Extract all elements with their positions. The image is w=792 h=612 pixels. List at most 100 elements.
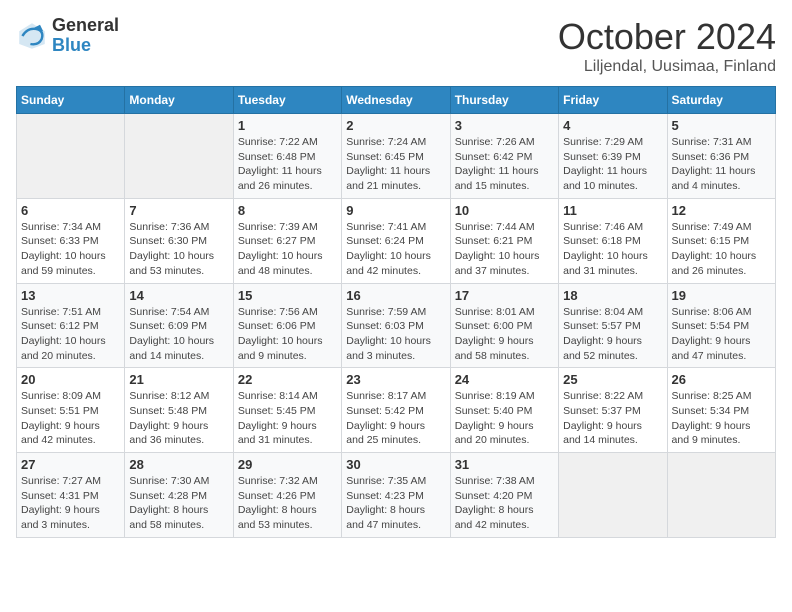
weekday-header-cell: Wednesday <box>342 87 450 114</box>
day-number: 9 <box>346 203 445 218</box>
calendar-week-row: 20 Sunrise: 8:09 AM Sunset: 5:51 PM Dayli… <box>17 368 776 453</box>
calendar-day-cell: 22 Sunrise: 8:14 AM Sunset: 5:45 PM Dayli… <box>233 368 341 453</box>
day-number: 28 <box>129 457 228 472</box>
calendar-day-cell: 25Sunrise: 8:22 AM Sunset: 5:37 PM Dayli… <box>559 368 667 453</box>
calendar-day-cell: 11Sunrise: 7:46 AM Sunset: 6:18 PM Dayli… <box>559 198 667 283</box>
day-number: 30 <box>346 457 445 472</box>
day-info: Sunrise: 7:26 AM Sunset: 6:42 PM Dayligh… <box>455 135 554 194</box>
weekday-header-cell: Saturday <box>667 87 775 114</box>
day-info: Sunrise: 8:01 AM Sunset: 6:00 PM Dayligh… <box>455 305 554 364</box>
day-number: 20 <box>21 372 120 387</box>
day-info: Sunrise: 7:32 AM Sunset: 4:26 PM Dayligh… <box>238 474 337 533</box>
day-number: 31 <box>455 457 554 472</box>
calendar-day-cell: 24 Sunrise: 8:19 AM Sunset: 5:40 PM Dayli… <box>450 368 558 453</box>
day-info: Sunrise: 7:29 AM Sunset: 6:39 PM Dayligh… <box>563 135 662 194</box>
calendar-body: 1 Sunrise: 7:22 AM Sunset: 6:48 PM Daylig… <box>17 114 776 538</box>
calendar-day-cell <box>667 453 775 538</box>
page-title: October 2024 <box>558 16 776 58</box>
calendar-day-cell: 28 Sunrise: 7:30 AM Sunset: 4:28 PM Dayli… <box>125 453 233 538</box>
calendar-day-cell: 21 Sunrise: 8:12 AM Sunset: 5:48 PM Dayli… <box>125 368 233 453</box>
day-number: 12 <box>672 203 771 218</box>
logo-icon <box>16 20 48 52</box>
day-info: Sunrise: 8:17 AM Sunset: 5:42 PM Dayligh… <box>346 389 445 448</box>
day-number: 5 <box>672 118 771 133</box>
calendar-day-cell: 2 Sunrise: 7:24 AM Sunset: 6:45 PM Daylig… <box>342 114 450 199</box>
day-info: Sunrise: 7:30 AM Sunset: 4:28 PM Dayligh… <box>129 474 228 533</box>
calendar-week-row: 13Sunrise: 7:51 AM Sunset: 6:12 PM Dayli… <box>17 283 776 368</box>
calendar-day-cell: 1 Sunrise: 7:22 AM Sunset: 6:48 PM Daylig… <box>233 114 341 199</box>
day-info: Sunrise: 7:39 AM Sunset: 6:27 PM Dayligh… <box>238 220 337 279</box>
day-info: Sunrise: 8:04 AM Sunset: 5:57 PM Dayligh… <box>563 305 662 364</box>
calendar-day-cell: 4Sunrise: 7:29 AM Sunset: 6:39 PM Daylig… <box>559 114 667 199</box>
day-number: 2 <box>346 118 445 133</box>
day-info: Sunrise: 8:06 AM Sunset: 5:54 PM Dayligh… <box>672 305 771 364</box>
day-number: 22 <box>238 372 337 387</box>
day-info: Sunrise: 8:12 AM Sunset: 5:48 PM Dayligh… <box>129 389 228 448</box>
calendar-day-cell: 19 Sunrise: 8:06 AM Sunset: 5:54 PM Dayli… <box>667 283 775 368</box>
weekday-header-row: SundayMondayTuesdayWednesdayThursdayFrid… <box>17 87 776 114</box>
calendar-day-cell <box>17 114 125 199</box>
day-number: 6 <box>21 203 120 218</box>
calendar-day-cell <box>559 453 667 538</box>
weekday-header-cell: Thursday <box>450 87 558 114</box>
day-number: 18 <box>563 288 662 303</box>
day-number: 3 <box>455 118 554 133</box>
page-subtitle: Liljendal, Uusimaa, Finland <box>558 58 776 76</box>
logo: General Blue <box>16 16 119 56</box>
day-info: Sunrise: 7:59 AM Sunset: 6:03 PM Dayligh… <box>346 305 445 364</box>
page-header: General Blue October 2024 Liljendal, Uus… <box>16 16 776 76</box>
calendar-day-cell: 18 Sunrise: 8:04 AM Sunset: 5:57 PM Dayli… <box>559 283 667 368</box>
day-info: Sunrise: 7:36 AM Sunset: 6:30 PM Dayligh… <box>129 220 228 279</box>
logo-text: General Blue <box>52 16 119 56</box>
day-number: 19 <box>672 288 771 303</box>
day-info: Sunrise: 8:19 AM Sunset: 5:40 PM Dayligh… <box>455 389 554 448</box>
calendar-week-row: 27 Sunrise: 7:27 AM Sunset: 4:31 PM Dayli… <box>17 453 776 538</box>
day-info: Sunrise: 8:09 AM Sunset: 5:51 PM Dayligh… <box>21 389 120 448</box>
day-number: 29 <box>238 457 337 472</box>
calendar-day-cell: 6 Sunrise: 7:34 AM Sunset: 6:33 PM Daylig… <box>17 198 125 283</box>
calendar-day-cell: 8 Sunrise: 7:39 AM Sunset: 6:27 PM Daylig… <box>233 198 341 283</box>
calendar-table: SundayMondayTuesdayWednesdayThursdayFrid… <box>16 86 776 538</box>
day-number: 27 <box>21 457 120 472</box>
title-block: October 2024 Liljendal, Uusimaa, Finland <box>558 16 776 76</box>
day-number: 14 <box>129 288 228 303</box>
day-info: Sunrise: 8:14 AM Sunset: 5:45 PM Dayligh… <box>238 389 337 448</box>
day-number: 23 <box>346 372 445 387</box>
calendar-day-cell: 14 Sunrise: 7:54 AM Sunset: 6:09 PM Dayli… <box>125 283 233 368</box>
calendar-day-cell: 29 Sunrise: 7:32 AM Sunset: 4:26 PM Dayli… <box>233 453 341 538</box>
day-info: Sunrise: 7:56 AM Sunset: 6:06 PM Dayligh… <box>238 305 337 364</box>
calendar-day-cell: 15Sunrise: 7:56 AM Sunset: 6:06 PM Dayli… <box>233 283 341 368</box>
calendar-day-cell: 20 Sunrise: 8:09 AM Sunset: 5:51 PM Dayli… <box>17 368 125 453</box>
calendar-week-row: 1 Sunrise: 7:22 AM Sunset: 6:48 PM Daylig… <box>17 114 776 199</box>
day-number: 8 <box>238 203 337 218</box>
day-info: Sunrise: 7:54 AM Sunset: 6:09 PM Dayligh… <box>129 305 228 364</box>
day-info: Sunrise: 7:38 AM Sunset: 4:20 PM Dayligh… <box>455 474 554 533</box>
day-info: Sunrise: 8:22 AM Sunset: 5:37 PM Dayligh… <box>563 389 662 448</box>
weekday-header-cell: Tuesday <box>233 87 341 114</box>
day-number: 24 <box>455 372 554 387</box>
calendar-day-cell: 23 Sunrise: 8:17 AM Sunset: 5:42 PM Dayli… <box>342 368 450 453</box>
day-info: Sunrise: 7:34 AM Sunset: 6:33 PM Dayligh… <box>21 220 120 279</box>
day-number: 7 <box>129 203 228 218</box>
day-number: 16 <box>346 288 445 303</box>
day-info: Sunrise: 7:49 AM Sunset: 6:15 PM Dayligh… <box>672 220 771 279</box>
day-info: Sunrise: 7:44 AM Sunset: 6:21 PM Dayligh… <box>455 220 554 279</box>
calendar-day-cell: 31 Sunrise: 7:38 AM Sunset: 4:20 PM Dayli… <box>450 453 558 538</box>
calendar-day-cell <box>125 114 233 199</box>
day-number: 10 <box>455 203 554 218</box>
calendar-day-cell: 3 Sunrise: 7:26 AM Sunset: 6:42 PM Daylig… <box>450 114 558 199</box>
day-info: Sunrise: 7:31 AM Sunset: 6:36 PM Dayligh… <box>672 135 771 194</box>
day-info: Sunrise: 7:27 AM Sunset: 4:31 PM Dayligh… <box>21 474 120 533</box>
weekday-header-cell: Friday <box>559 87 667 114</box>
day-number: 26 <box>672 372 771 387</box>
day-info: Sunrise: 7:22 AM Sunset: 6:48 PM Dayligh… <box>238 135 337 194</box>
day-number: 21 <box>129 372 228 387</box>
day-info: Sunrise: 7:51 AM Sunset: 6:12 PM Dayligh… <box>21 305 120 364</box>
calendar-day-cell: 13Sunrise: 7:51 AM Sunset: 6:12 PM Dayli… <box>17 283 125 368</box>
day-number: 11 <box>563 203 662 218</box>
weekday-header-cell: Sunday <box>17 87 125 114</box>
day-info: Sunrise: 7:24 AM Sunset: 6:45 PM Dayligh… <box>346 135 445 194</box>
calendar-day-cell: 5 Sunrise: 7:31 AM Sunset: 6:36 PM Daylig… <box>667 114 775 199</box>
calendar-day-cell: 26Sunrise: 8:25 AM Sunset: 5:34 PM Dayli… <box>667 368 775 453</box>
day-number: 1 <box>238 118 337 133</box>
